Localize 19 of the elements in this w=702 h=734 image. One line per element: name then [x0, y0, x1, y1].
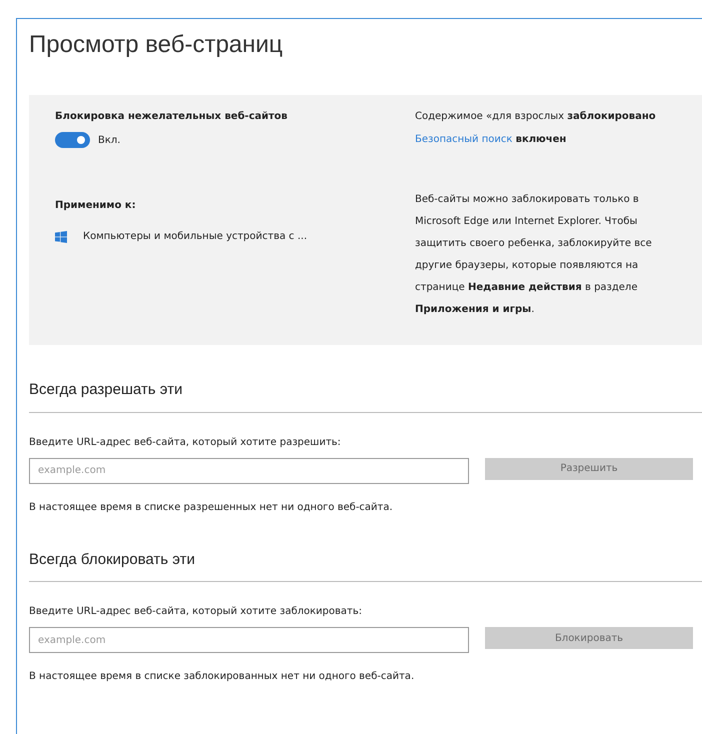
url-input-field[interactable]: example.com [29, 458, 469, 484]
safe-search-state: включен [516, 134, 566, 145]
section-heading: Всегда разрешать эти [29, 379, 702, 412]
toggle-state-label: Вкл. [98, 134, 120, 148]
url-label: Введите URL-адрес веб-сайта, который хотите заблокировать: [29, 605, 363, 619]
browser-note: Веб-сайты можно заблокировать только в Microsoft Edge или Internet Explorer. Чтобы защитить своего ребенка, заблокируйте все другие браузеры, которые появляются на странице Недавние действия в разделе Приложения и игры. [415, 193, 653, 317]
toggle-switch[interactable] [55, 132, 90, 148]
windows-logo-icon [55, 230, 67, 242]
url-label: Введите URL-адрес веб-сайта, который хотите разрешить: [29, 436, 342, 450]
page-title: Просмотр веб-страниц [29, 30, 284, 60]
url-input-field[interactable]: example.com [29, 627, 469, 653]
adult-content-status: Содержимое «для взрослых заблокировано [415, 110, 657, 124]
filter-label: Блокировка нежелательных веб-сайтов [55, 110, 289, 124]
device-text: Компьютеры и мобильные устройства с ... [83, 230, 308, 244]
section-heading: Всегда блокировать эти [29, 548, 702, 582]
empty-list-note: В настоящее время в списке разрешенных нет ни одного веб-сайта. [29, 500, 394, 514]
empty-list-note: В настоящее время в списке заблокированных нет ни одного веб-сайта. [29, 670, 416, 684]
applies-label: Применимо к: [55, 199, 137, 213]
safe-search-link[interactable]: Безопасный поиск [415, 134, 512, 145]
